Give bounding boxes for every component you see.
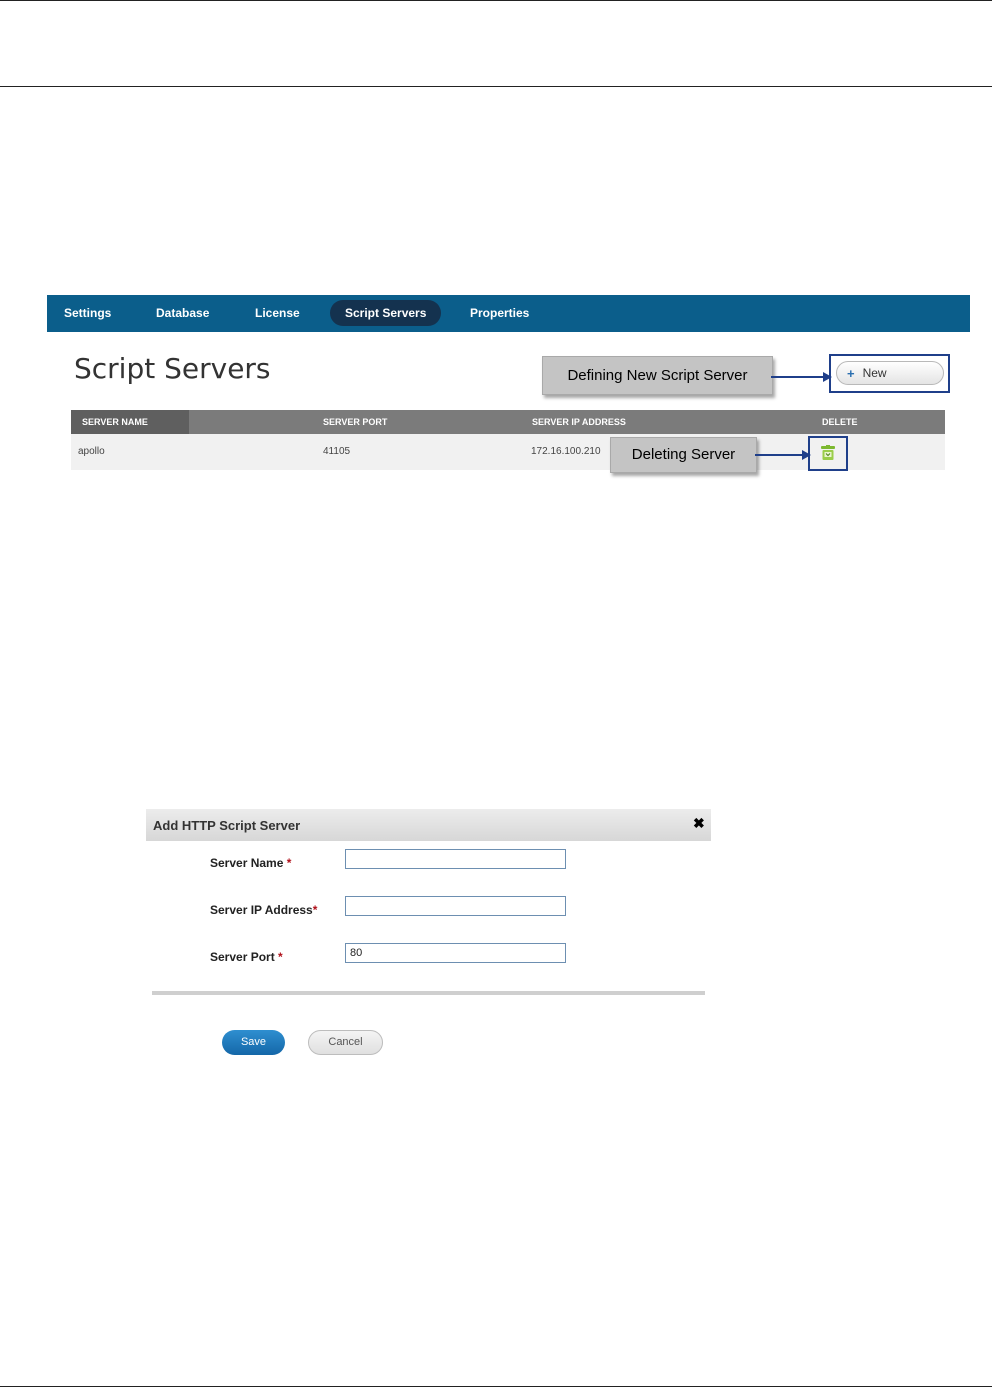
dialog-separator: [152, 991, 705, 995]
page-header-rule: [0, 86, 992, 87]
server-port-label: Server Port *: [210, 950, 283, 964]
nav-tab-license[interactable]: License: [240, 300, 315, 326]
page-bottom-rule: [0, 1386, 992, 1387]
trash-icon[interactable]: [821, 445, 835, 461]
nav-tab-database[interactable]: Database: [141, 300, 224, 326]
callout-arrow-delete: [755, 454, 805, 456]
cell-server-port: 41105: [323, 446, 351, 457]
page-title: Script Servers: [74, 352, 271, 385]
required-mark: *: [312, 903, 318, 917]
server-name-input[interactable]: [345, 849, 566, 869]
required-mark: *: [286, 856, 292, 870]
nav-tab-settings[interactable]: Settings: [49, 300, 126, 326]
callout-new-script-server: Defining New Script Server: [542, 356, 773, 395]
cancel-button[interactable]: Cancel: [308, 1030, 383, 1055]
cell-server-ip: 172.16.100.210: [531, 446, 601, 457]
new-server-button[interactable]: + New: [836, 361, 944, 385]
page-top-rule: [0, 0, 992, 1]
dialog-title: Add HTTP Script Server: [153, 818, 301, 833]
server-ip-label: Server IP Address*: [210, 903, 318, 917]
server-port-input[interactable]: [345, 943, 566, 963]
nav-tab-script-servers[interactable]: Script Servers: [330, 300, 442, 326]
callout-arrow-new: [771, 376, 825, 378]
column-header-server-ip[interactable]: SERVER IP ADDRESS: [532, 410, 626, 434]
callout-deleting-server: Deleting Server: [610, 437, 757, 473]
required-mark: *: [278, 950, 283, 964]
dialog-header: Add HTTP Script Server ✖: [146, 809, 711, 841]
servers-table-header: SERVER NAME SERVER PORT SERVER IP ADDRES…: [71, 410, 945, 434]
plus-icon: +: [847, 365, 855, 381]
column-header-server-name[interactable]: SERVER NAME: [82, 410, 148, 434]
column-header-server-port[interactable]: SERVER PORT: [323, 410, 387, 434]
cell-server-name: apollo: [78, 446, 105, 457]
nav-tab-properties[interactable]: Properties: [455, 300, 544, 326]
save-button[interactable]: Save: [222, 1030, 285, 1055]
close-icon[interactable]: ✖: [693, 816, 707, 830]
new-button-label: New: [862, 366, 887, 380]
server-name-label: Server Name *: [210, 856, 292, 870]
server-ip-input[interactable]: [345, 896, 566, 916]
admin-nav-bar: Settings Database License Script Servers…: [47, 295, 970, 332]
column-header-delete: DELETE: [822, 417, 858, 427]
